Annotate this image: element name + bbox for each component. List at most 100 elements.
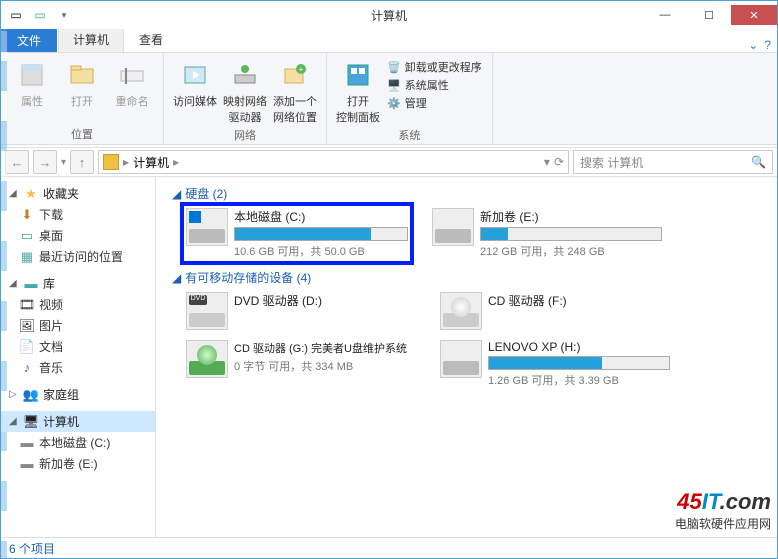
history-dropdown-icon[interactable]: ▾ (61, 157, 66, 168)
homegroup-icon: 👥 (23, 387, 39, 403)
sidebar-documents[interactable]: 📄文档 (1, 336, 155, 357)
sysprops-icon: 🖥️ (387, 79, 401, 92)
window-title: 计算机 (371, 7, 407, 24)
sidebar-homegroup[interactable]: ▷👥家庭组 (1, 384, 155, 405)
titlebar: ▭ ▭ ▾ 计算机 — ☐ ✕ (1, 1, 777, 29)
add-location-button[interactable]: + 添加一个 网络位置 (270, 55, 320, 125)
music-icon: ♪ (19, 360, 35, 376)
group-header-hdd[interactable]: ◢硬盘 (2) (172, 185, 767, 202)
back-button[interactable]: ← (5, 150, 29, 174)
breadcrumb-dropdown-icon[interactable]: ▾ (544, 155, 550, 169)
breadcrumb-root[interactable]: 计算机 (133, 154, 169, 171)
close-button[interactable]: ✕ (731, 5, 777, 25)
open-button[interactable]: 打开 (57, 55, 107, 124)
group-label-location: 位置 (7, 124, 157, 144)
disk-icon: ▬ (19, 456, 35, 472)
drive-h-name: LENOVO XP (H:) (488, 340, 670, 354)
video-icon: 🎞 (19, 297, 35, 313)
sidebar-pictures[interactable]: 🖼图片 (1, 315, 155, 336)
sidebar-videos[interactable]: 🎞视频 (1, 294, 155, 315)
refresh-icon[interactable]: ⟳ (554, 155, 564, 169)
chevron-down-icon: ◢ (9, 278, 19, 289)
uninstall-button[interactable]: 🗑️卸载或更改程序 (387, 59, 482, 75)
sidebar-library[interactable]: ◢▬库 (1, 273, 155, 294)
group-header-removable[interactable]: ◢有可移动存储的设备 (4) (172, 269, 767, 286)
tab-view[interactable]: 查看 (125, 27, 177, 52)
maximize-button[interactable]: ☐ (687, 5, 731, 25)
group-label-system: 系统 (333, 125, 486, 145)
tab-file[interactable]: 文件 (1, 28, 57, 52)
qat-properties-icon[interactable]: ▭ (5, 4, 27, 26)
svg-text:+: + (299, 65, 304, 74)
map-drive-icon (229, 59, 261, 91)
drive-e[interactable]: 新加卷 (E:) 212 GB 可用，共 248 GB (432, 208, 662, 259)
drive-c[interactable]: 本地磁盘 (C:) 10.6 GB 可用，共 50.0 GB (182, 204, 412, 263)
control-panel-button[interactable]: 打开 控制面板 (333, 55, 383, 125)
drive-e-bar (480, 227, 662, 241)
computer-icon: 🖥 (23, 414, 39, 430)
breadcrumb[interactable]: ▸ 计算机 ▸ ▾ ⟳ (98, 150, 569, 174)
search-input[interactable]: 搜索 计算机 🔍 (573, 150, 773, 174)
ribbon-expand-icon[interactable]: ⌄ (748, 38, 758, 52)
disk-icon: ▬ (19, 435, 35, 451)
sidebar-downloads[interactable]: ⬇下载 (1, 204, 155, 225)
open-icon (66, 59, 98, 91)
qat-dropdown-icon[interactable]: ▾ (53, 4, 75, 26)
access-media-button[interactable]: 访问媒体 (170, 55, 220, 125)
drive-e-name: 新加卷 (E:) (480, 208, 662, 225)
ribbon: 属性 打开 重命名 位置 访问媒体 映射网络 驱动器 + (1, 53, 777, 145)
status-text: 6 个项目 (9, 540, 55, 557)
sidebar-computer[interactable]: ◢🖥计算机 (1, 411, 155, 432)
help-icon[interactable]: ? (764, 38, 771, 52)
drive-g-name: CD 驱动器 (G:) 完美者U盘维护系统 (234, 340, 416, 356)
drive-g[interactable]: CD 驱动器 (G:) 完美者U盘维护系统 0 字节 可用，共 334 MB (186, 340, 416, 388)
map-drive-button[interactable]: 映射网络 驱动器 (220, 55, 270, 125)
media-icon (179, 59, 211, 91)
usb-icon (440, 340, 482, 378)
tab-computer[interactable]: 计算机 (58, 26, 124, 52)
system-props-button[interactable]: 🖥️系统属性 (387, 77, 482, 93)
group-label-network: 网络 (170, 125, 320, 145)
breadcrumb-sep-icon: ▸ (123, 155, 129, 169)
sidebar-favorites[interactable]: ◢★收藏夹 (1, 183, 155, 204)
drive-f-name: CD 驱动器 (F:) (488, 292, 670, 309)
drive-d[interactable]: DVD DVD 驱动器 (D:) (186, 292, 416, 330)
rename-icon (116, 59, 148, 91)
qat-newfolder-icon[interactable]: ▭ (29, 4, 51, 26)
ribbon-tabs: 文件 计算机 查看 ⌄ ? (1, 29, 777, 53)
forward-button[interactable]: → (33, 150, 57, 174)
sidebar-disk-c[interactable]: ▬本地磁盘 (C:) (1, 432, 155, 453)
sidebar: ◢★收藏夹 ⬇下载 ▭桌面 ▦最近访问的位置 ◢▬库 🎞视频 🖼图片 📄文档 ♪… (1, 177, 156, 537)
status-bar: 6 个项目 (1, 537, 777, 559)
cd-icon (440, 292, 482, 330)
sidebar-recent[interactable]: ▦最近访问的位置 (1, 246, 155, 267)
desktop-icon: ▭ (19, 228, 35, 244)
drive-g-stats: 0 字节 可用，共 334 MB (234, 358, 416, 374)
chevron-down-icon: ◢ (172, 271, 181, 285)
rename-button[interactable]: 重命名 (107, 55, 157, 124)
drive-h[interactable]: LENOVO XP (H:) 1.26 GB 可用，共 3.39 GB (440, 340, 670, 388)
properties-button[interactable]: 属性 (7, 55, 57, 124)
chevron-down-icon: ◢ (172, 187, 181, 201)
drive-h-bar (488, 356, 670, 370)
dvd-icon: DVD (186, 292, 228, 330)
sidebar-disk-e[interactable]: ▬新加卷 (E:) (1, 453, 155, 474)
drive-f[interactable]: CD 驱动器 (F:) (440, 292, 670, 330)
breadcrumb-computer-icon (103, 154, 119, 170)
search-icon: 🔍 (751, 155, 766, 169)
hdd-icon (186, 208, 228, 246)
sidebar-music[interactable]: ♪音乐 (1, 357, 155, 378)
manage-button[interactable]: ⚙️管理 (387, 95, 482, 111)
cd-icon (186, 340, 228, 378)
star-icon: ★ (23, 186, 39, 202)
download-icon: ⬇ (19, 207, 35, 223)
picture-icon: 🖼 (19, 318, 35, 334)
up-button[interactable]: ↑ (70, 150, 94, 174)
manage-icon: ⚙️ (387, 97, 401, 110)
uninstall-icon: 🗑️ (387, 61, 401, 74)
ribbon-group-location: 属性 打开 重命名 位置 (1, 53, 164, 144)
drive-e-stats: 212 GB 可用，共 248 GB (480, 243, 662, 259)
ribbon-group-network: 访问媒体 映射网络 驱动器 + 添加一个 网络位置 网络 (164, 53, 327, 144)
minimize-button[interactable]: — (643, 5, 687, 25)
sidebar-desktop[interactable]: ▭桌面 (1, 225, 155, 246)
